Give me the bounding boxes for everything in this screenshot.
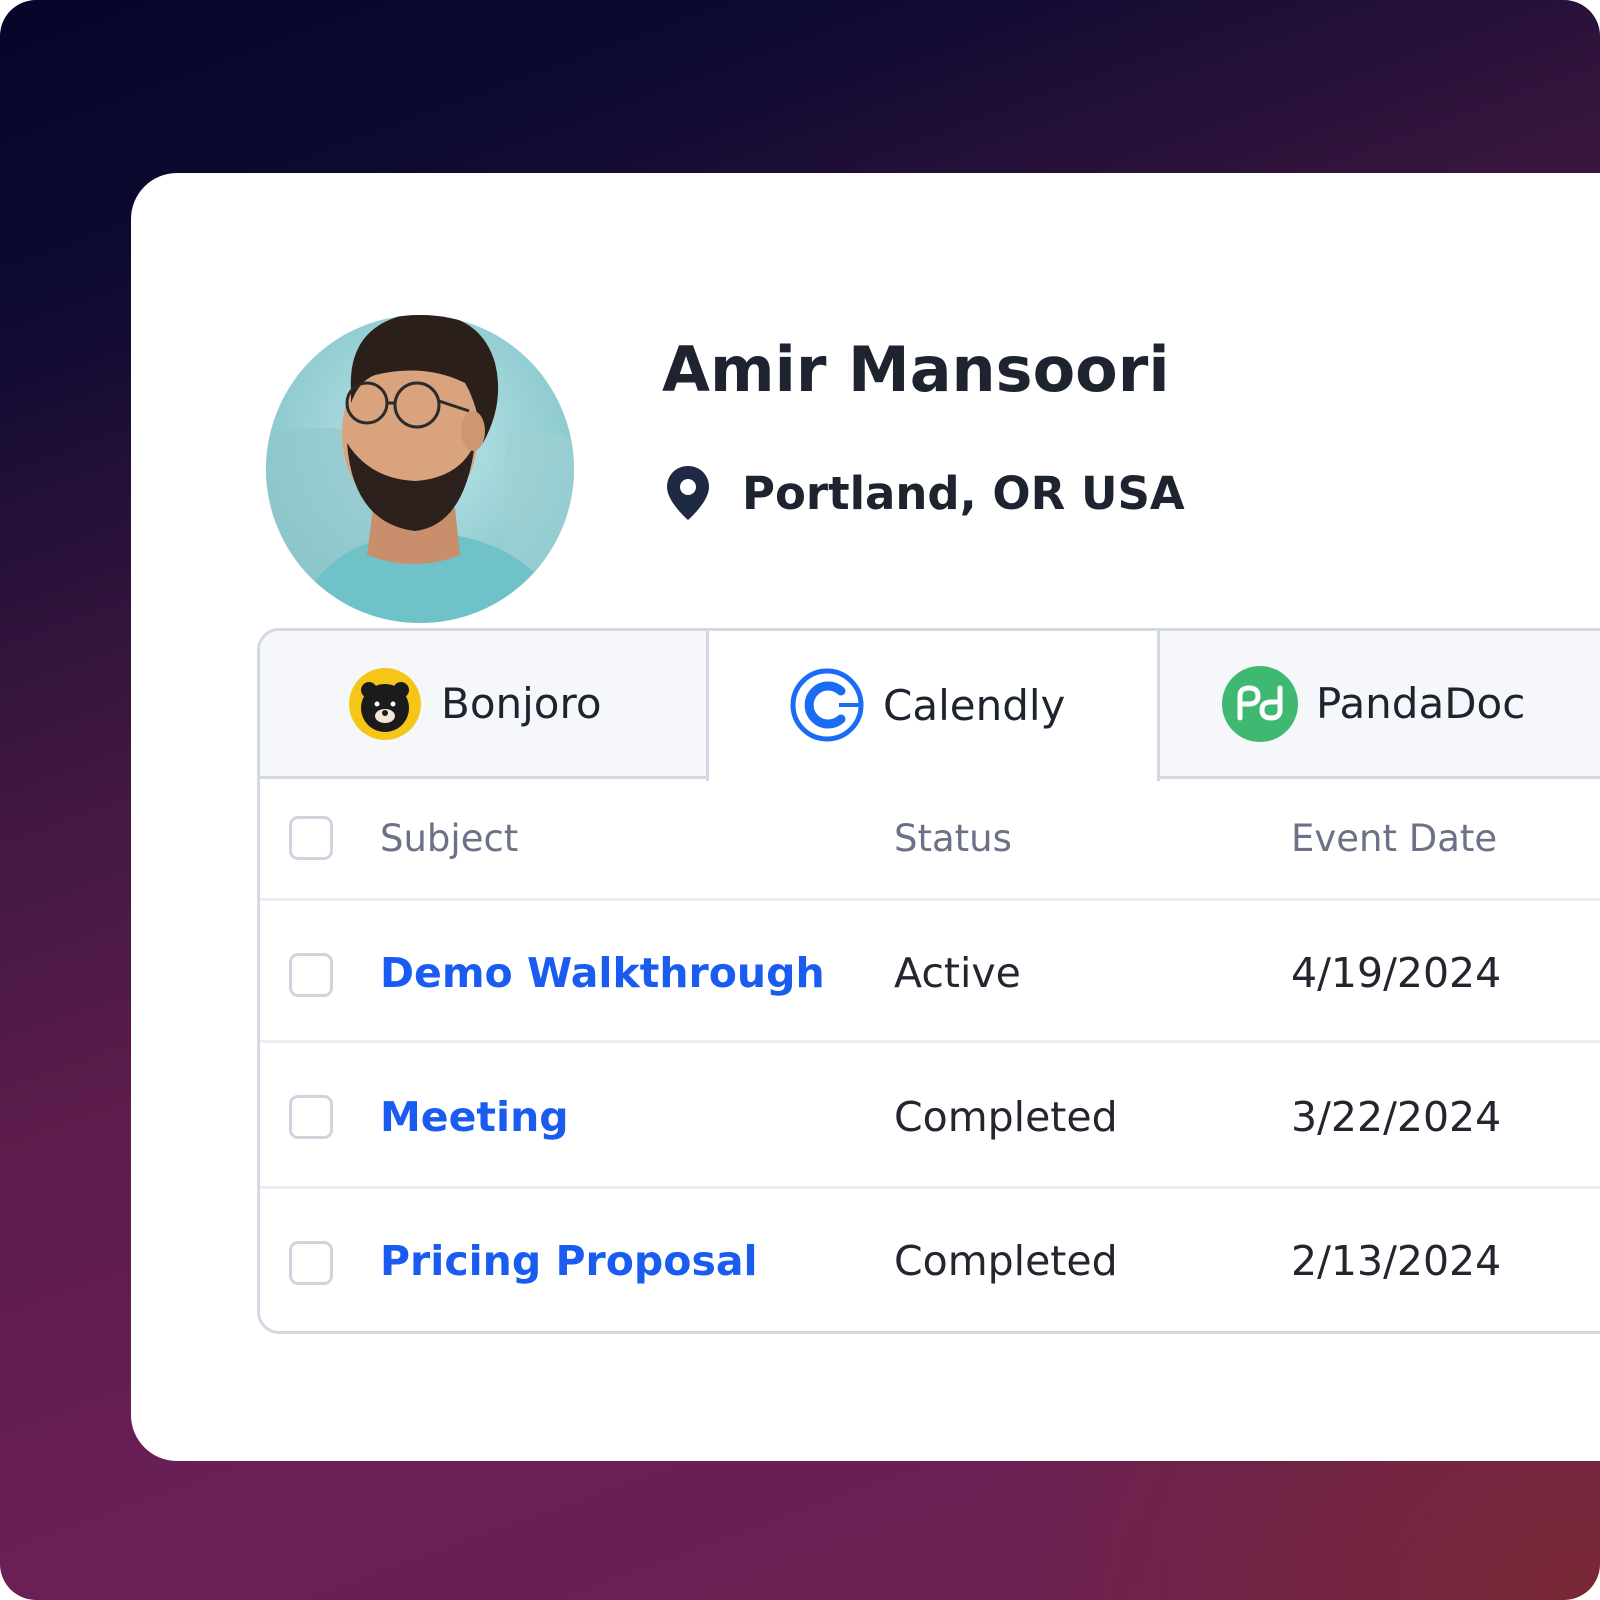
table-header-row: Subject Status Event Date [260, 779, 1600, 901]
calendly-logo-icon [790, 668, 864, 742]
tab-bonjoro[interactable]: Bonjoro [260, 631, 706, 779]
column-header-event-date[interactable]: Event Date [1291, 817, 1497, 860]
row-checkbox[interactable] [289, 1095, 333, 1139]
tab-label: PandaDoc [1316, 679, 1526, 728]
tab-pandadoc[interactable]: PandaDoc [1160, 631, 1600, 779]
map-pin-icon [667, 466, 709, 520]
status-text: Active [894, 949, 1021, 997]
tab-calendly[interactable]: Calendly [709, 631, 1157, 779]
avatar [255, 293, 585, 623]
column-header-status[interactable]: Status [894, 817, 1012, 860]
tab-label: Calendly [883, 680, 1066, 730]
contact-name: Amir Mansoori [662, 333, 1170, 406]
event-date-text: 4/19/2024 [1291, 949, 1502, 997]
column-header-subject[interactable]: Subject [380, 817, 518, 860]
pandadoc-logo-icon [1222, 665, 1298, 742]
status-text: Completed [894, 1237, 1118, 1285]
gradient-background: Amir Mansoori Portland, OR USA Bonjoro C… [0, 0, 1600, 1600]
event-date-text: 2/13/2024 [1291, 1237, 1502, 1285]
location-text: Portland, OR USA [742, 466, 1185, 520]
table-row: Demo Walkthrough Active 4/19/2024 [260, 901, 1600, 1043]
bonjoro-logo-icon [349, 667, 421, 740]
status-text: Completed [894, 1093, 1118, 1141]
integrations-panel: Bonjoro Calendly PandaDoc Subject Status… [257, 628, 1600, 1334]
select-all-checkbox[interactable] [289, 816, 333, 860]
table-row: Meeting Completed 3/22/2024 [260, 1043, 1600, 1189]
subject-link[interactable]: Meeting [380, 1093, 569, 1141]
contact-card: Amir Mansoori Portland, OR USA Bonjoro C… [131, 173, 1600, 1461]
table-row: Pricing Proposal Completed 2/13/2024 [260, 1189, 1600, 1331]
contact-location: Portland, OR USA [664, 463, 1185, 523]
tab-label: Bonjoro [441, 679, 602, 728]
subject-link[interactable]: Demo Walkthrough [380, 949, 825, 997]
event-date-text: 3/22/2024 [1291, 1093, 1502, 1141]
row-checkbox[interactable] [289, 953, 333, 997]
subject-link[interactable]: Pricing Proposal [380, 1237, 758, 1285]
row-checkbox[interactable] [289, 1241, 333, 1285]
